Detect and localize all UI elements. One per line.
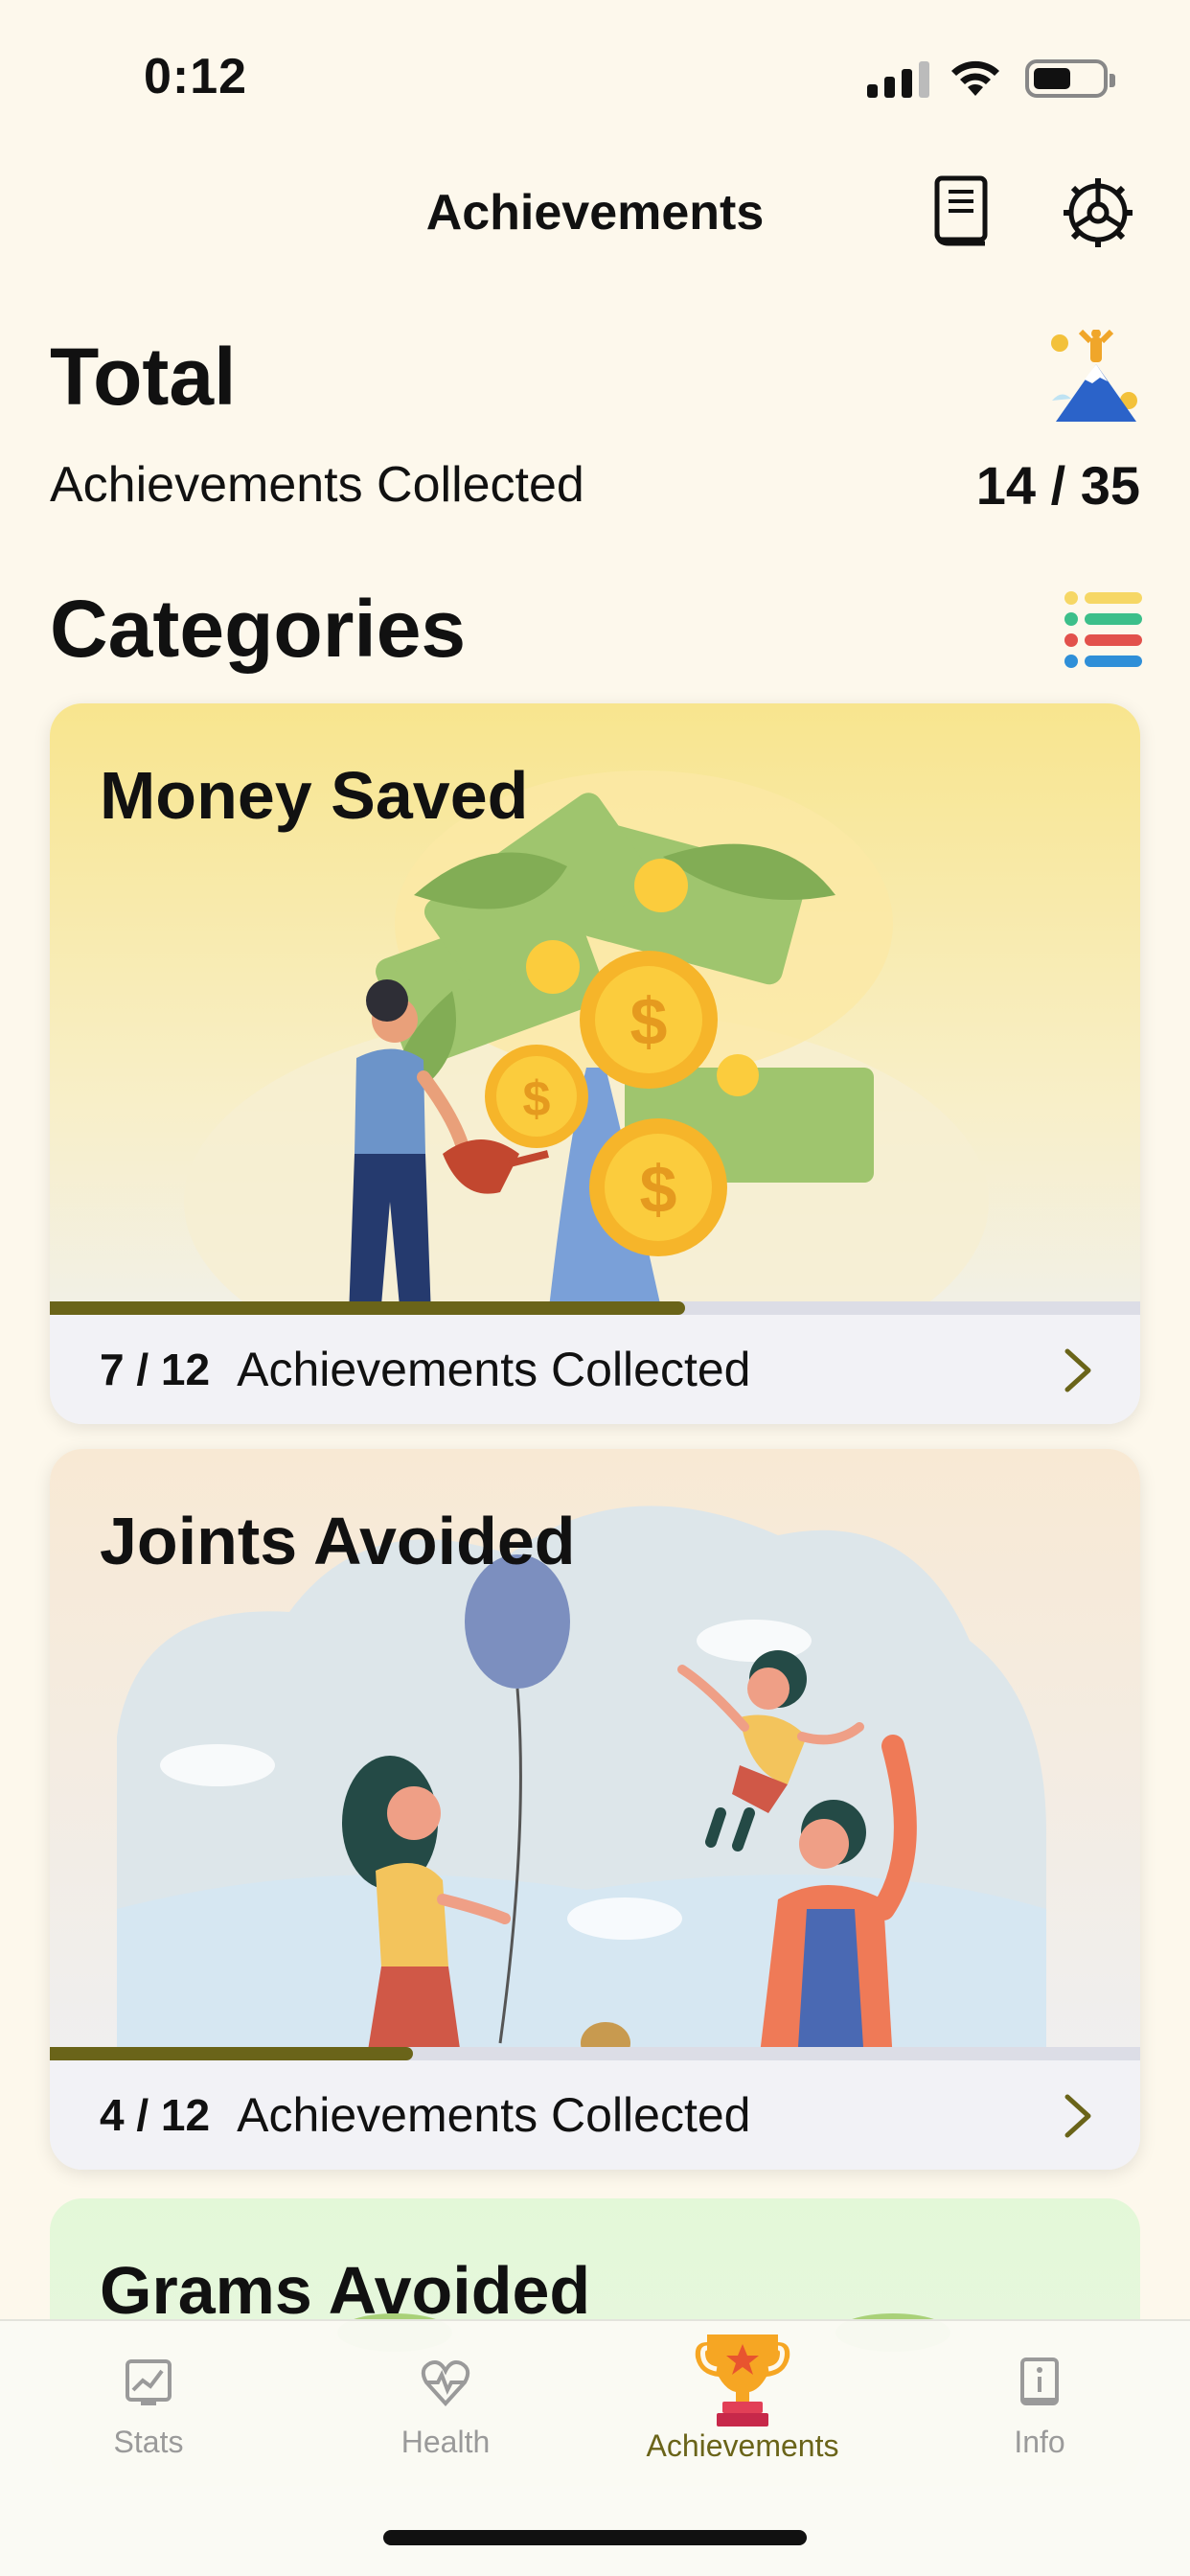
battery-icon: [1025, 59, 1115, 98]
tab-label: Stats: [113, 2425, 184, 2459]
progress-bar: [50, 1301, 1140, 1315]
heart-pulse-icon: [421, 2360, 470, 2406]
category-count: 4 / 12: [100, 2090, 211, 2140]
category-title: Money Saved: [100, 758, 529, 833]
tab-label: Health: [400, 2425, 491, 2459]
tab-achievements[interactable]: Achievements: [594, 2321, 891, 2494]
category-card-joints-avoided[interactable]: Joints Avoided 4 / 12 Achievements Colle…: [50, 1449, 1140, 2170]
total-subtitle: Achievements Collected: [50, 457, 584, 513]
tab-stats[interactable]: Stats: [0, 2321, 297, 2494]
progress-fill: [50, 2047, 413, 2060]
category-title: Joints Avoided: [100, 1504, 576, 1578]
category-label: Achievements Collected: [237, 2088, 751, 2142]
cellular-signal-icon: [867, 59, 929, 98]
svg-text:$: $: [630, 984, 668, 1059]
home-indicator: [383, 2530, 807, 2545]
svg-text:$: $: [640, 1152, 677, 1227]
svg-text:$: $: [523, 1071, 551, 1127]
list-icon[interactable]: [1064, 588, 1144, 669]
settings-gear-icon[interactable]: [1062, 176, 1134, 249]
tab-label: Achievements: [646, 2428, 839, 2463]
chevron-right-icon: [1064, 1348, 1091, 1392]
category-count: 7 / 12: [100, 1345, 211, 1394]
total-title: Total: [50, 332, 237, 422]
trophy-icon: [695, 2334, 790, 2426]
page-title: Achievements: [425, 185, 765, 241]
total-count: 14 / 35: [975, 455, 1140, 516]
progress-fill: [50, 1301, 686, 1315]
category-card-money-saved[interactable]: $ $ $ Money Saved 7 / 12 Achievements Co…: [50, 703, 1140, 1424]
tab-health[interactable]: Health: [297, 2321, 594, 2494]
nav-bar: Achievements: [0, 163, 1190, 259]
book-icon[interactable]: [931, 174, 991, 249]
status-bar: 0:12: [0, 0, 1190, 144]
category-label: Achievements Collected: [237, 1343, 751, 1396]
progress-bar: [50, 2047, 1140, 2060]
category-footer[interactable]: 7 / 12 Achievements Collected: [50, 1315, 1140, 1424]
tab-info[interactable]: Info: [891, 2321, 1188, 2494]
chevron-right-icon: [1064, 2094, 1091, 2138]
category-footer[interactable]: 4 / 12 Achievements Collected: [50, 2060, 1140, 2170]
categories-title: Categories: [50, 584, 467, 674]
mountain-summit-icon: [1051, 330, 1137, 422]
wifi-icon: [951, 60, 999, 96]
category-title: Grams Avoided: [100, 2253, 591, 2328]
status-time: 0:12: [144, 49, 248, 104]
stats-icon: [126, 2359, 172, 2405]
tab-label: Info: [1014, 2425, 1065, 2459]
info-book-icon: [1020, 2358, 1059, 2405]
